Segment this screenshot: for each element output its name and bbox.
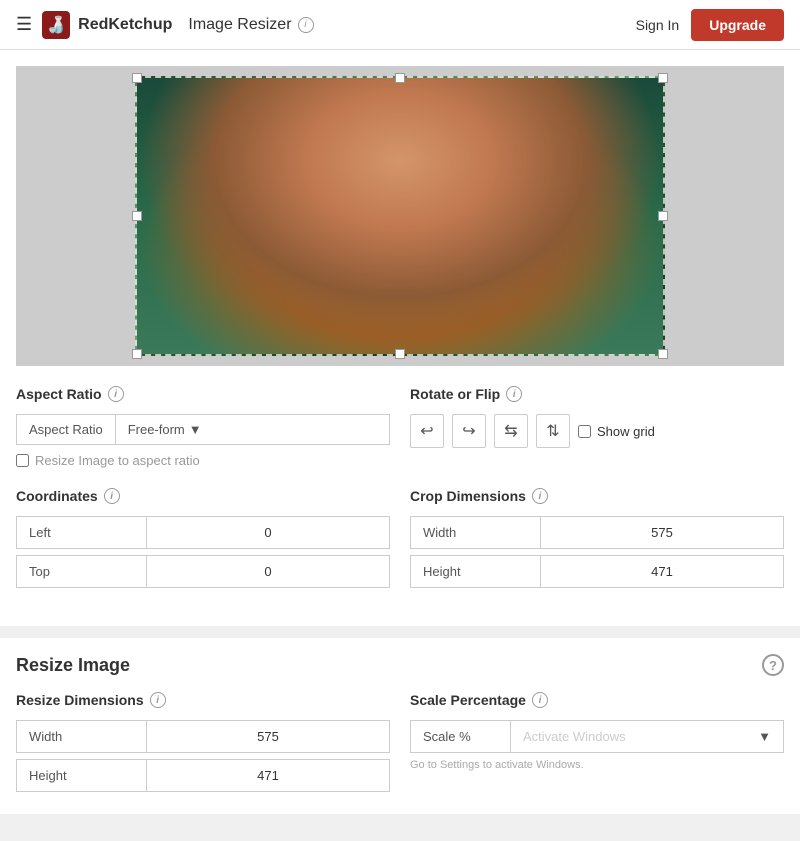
scale-row: Scale % Activate Windows ▼ [410,720,784,753]
scale-label: Scale % [410,720,510,753]
rotate-flip-section: Rotate or Flip i ↩ ↪ ⇆ ⇅ Show grid [410,386,784,468]
resize-help-icon[interactable]: ? [762,654,784,676]
crop-height-field-row: Height [410,555,784,588]
top-label: Top [16,555,146,588]
crop-handle-bottom-right[interactable] [658,349,668,359]
separator [0,626,800,638]
resize-dimensions-info-icon[interactable]: i [150,692,166,708]
crop-handle-top-left[interactable] [132,73,142,83]
crop-handle-bottom-middle[interactable] [395,349,405,359]
tool-title: Image Resizer [188,16,291,34]
brand-logo: 🍶 RedKetchup [42,11,172,39]
resize-header: Resize Image ? [16,654,784,676]
resize-grid: Resize Dimensions i Width Height Scale P… [16,692,784,798]
menu-icon[interactable]: ☰ [16,14,32,35]
aspect-ratio-info-icon[interactable]: i [108,386,124,402]
left-label: Left [16,516,146,549]
top-input[interactable] [146,555,390,588]
resize-width-field-row: Width [16,720,390,753]
aspect-ratio-checkbox-label: Resize Image to aspect ratio [35,453,200,468]
crop-height-label: Height [410,555,540,588]
crop-dimensions-section-label: Crop Dimensions i [410,488,784,504]
scale-percentage-label: Scale Percentage i [410,692,784,708]
crop-width-field-row: Width [410,516,784,549]
crop-handle-right-middle[interactable] [658,211,668,221]
resize-height-label: Height [16,759,146,792]
crop-handle-top-right[interactable] [658,73,668,83]
aspect-ratio-dropdown-arrow: ▼ [189,422,202,437]
scale-placeholder-text: Activate Windows [523,729,626,744]
left-field-row: Left [16,516,390,549]
main-content: Aspect Ratio i Aspect Ratio Free-form ▼ … [0,50,800,626]
resize-width-input[interactable] [146,720,390,753]
scale-input-area[interactable]: Activate Windows ▼ [510,720,784,753]
image-preview [16,66,784,366]
crop-handle-left-middle[interactable] [132,211,142,221]
flip-vertical-button[interactable]: ⇅ [536,414,570,448]
sign-in-button[interactable]: Sign In [636,17,680,33]
aspect-ratio-checkbox[interactable] [16,454,29,467]
resize-dimensions-section: Resize Dimensions i Width Height [16,692,390,798]
show-grid-label: Show grid [597,424,655,439]
rotate-flip-row: ↩ ↪ ⇆ ⇅ Show grid [410,414,784,448]
crop-height-input[interactable] [540,555,784,588]
resize-height-input[interactable] [146,759,390,792]
coordinates-info-icon[interactable]: i [104,488,120,504]
crop-width-label: Width [410,516,540,549]
resize-image-section: Resize Image ? Resize Dimensions i Width… [0,638,800,814]
upgrade-button[interactable]: Upgrade [691,9,784,41]
show-grid-row: Show grid [578,424,655,439]
scale-info-icon[interactable]: i [532,692,548,708]
show-grid-checkbox[interactable] [578,425,591,438]
header: ☰ 🍶 RedKetchup Image Resizer i Sign In U… [0,0,800,50]
aspect-ratio-label-button[interactable]: Aspect Ratio [16,414,115,445]
top-field-row: Top [16,555,390,588]
crop-dimensions-section: Crop Dimensions i Width Height [410,488,784,594]
brand-name: RedKetchup [78,16,172,34]
rotate-right-button[interactable]: ↪ [452,414,486,448]
controls-grid: Aspect Ratio i Aspect Ratio Free-form ▼ … [16,386,784,594]
flip-horizontal-button[interactable]: ⇆ [494,414,528,448]
resize-dimensions-label: Resize Dimensions i [16,692,390,708]
coordinates-section: Coordinates i Left Top [16,488,390,594]
aspect-ratio-row: Aspect Ratio Free-form ▼ [16,414,390,445]
resize-height-field-row: Height [16,759,390,792]
aspect-ratio-section-label: Aspect Ratio i [16,386,390,402]
scale-percentage-section: Scale Percentage i Scale % Activate Wind… [410,692,784,798]
header-info-icon[interactable]: i [298,17,314,33]
resize-width-label: Width [16,720,146,753]
rotate-left-button[interactable]: ↩ [410,414,444,448]
rotate-flip-section-label: Rotate or Flip i [410,386,784,402]
resize-title: Resize Image [16,655,130,676]
crop-width-input[interactable] [540,516,784,549]
crop-handle-bottom-left[interactable] [132,349,142,359]
aspect-ratio-select[interactable]: Free-form ▼ [115,414,390,445]
crop-image[interactable] [135,76,665,356]
crop-dimensions-info-icon[interactable]: i [532,488,548,504]
rotate-flip-info-icon[interactable]: i [506,386,522,402]
logo-icon: 🍶 [42,11,70,39]
left-input[interactable] [146,516,390,549]
aspect-ratio-section: Aspect Ratio i Aspect Ratio Free-form ▼ … [16,386,390,468]
coordinates-section-label: Coordinates i [16,488,390,504]
crop-handle-top-middle[interactable] [395,73,405,83]
aspect-ratio-checkbox-row: Resize Image to aspect ratio [16,453,390,468]
scale-watermark-text: Go to Settings to activate Windows. [410,759,784,771]
scale-dropdown-arrow[interactable]: ▼ [758,729,771,744]
